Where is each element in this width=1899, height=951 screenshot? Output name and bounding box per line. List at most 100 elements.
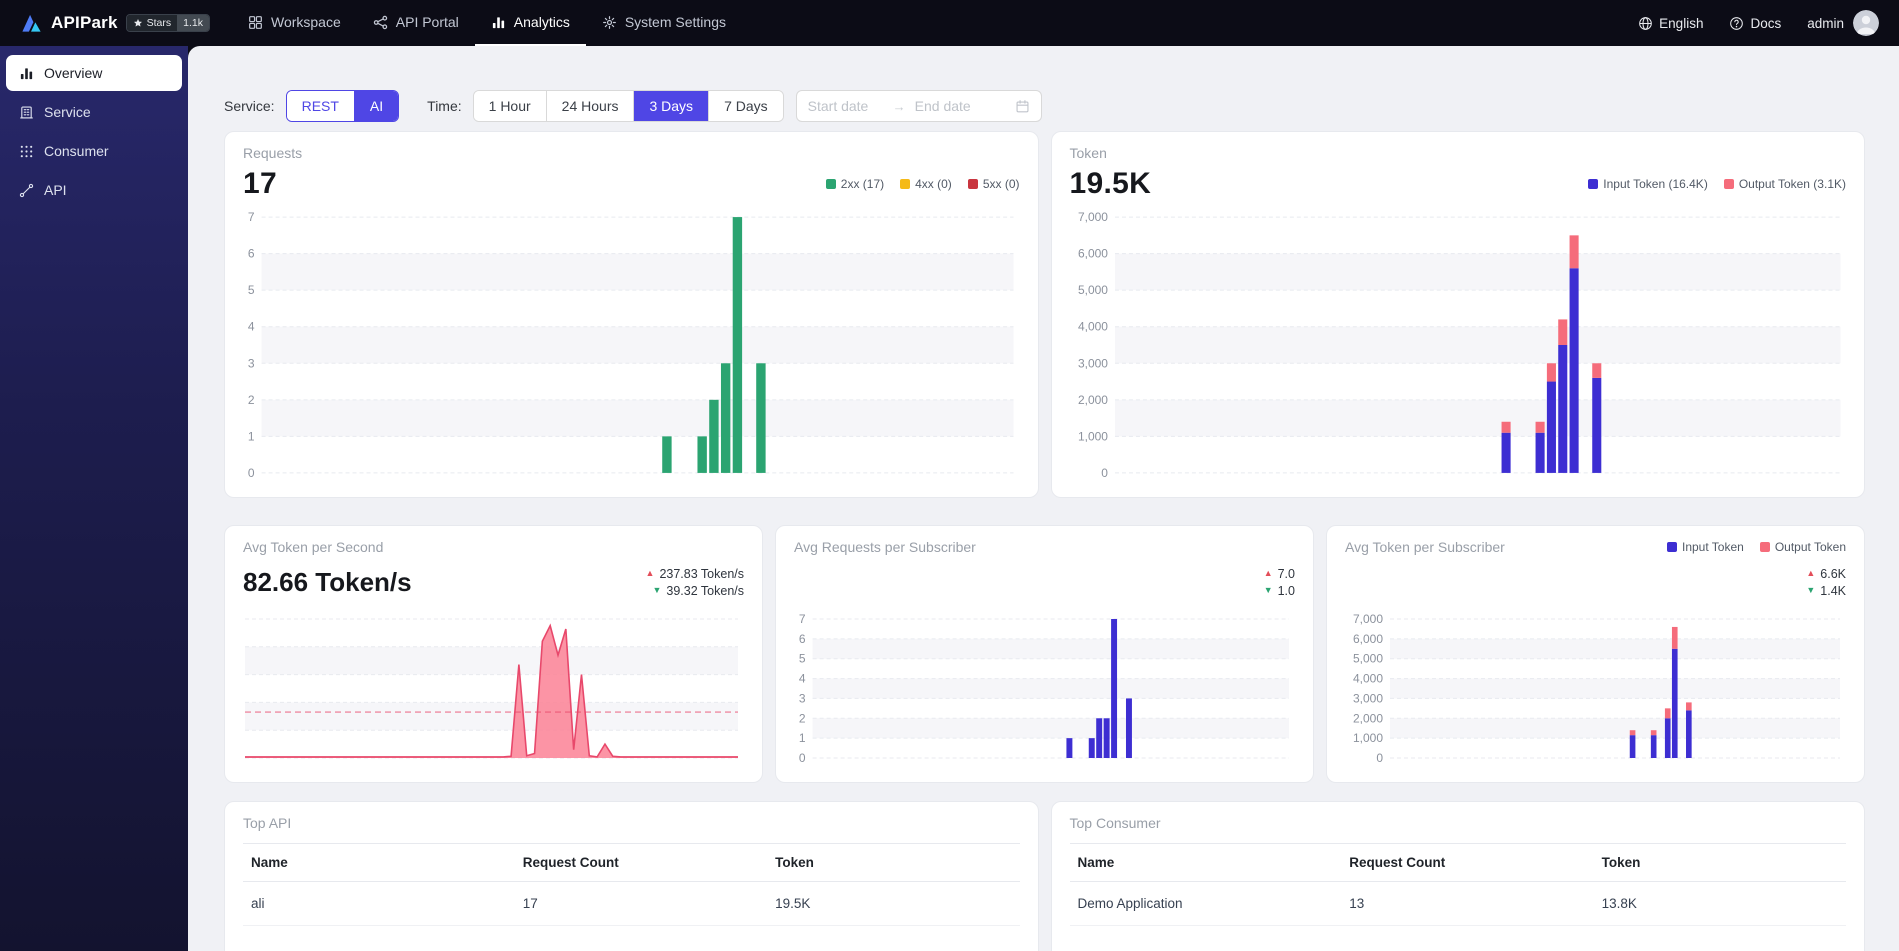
stars-count: 1.1k xyxy=(177,15,209,31)
legend-2xx[interactable]: 2xx (17) xyxy=(825,177,884,191)
nav-label: System Settings xyxy=(624,14,726,30)
requests-card: Requests 17 2xx (17) 4xx (0) 5xx (0) 0 1… xyxy=(224,131,1039,498)
legend-swatch xyxy=(1723,179,1734,189)
avg-requests-per-subscriber-card: Avg Requests per Subscriber ▲ 7.0 ▼ 1.0 … xyxy=(775,525,1314,783)
time-option-7-days[interactable]: 7 Days xyxy=(708,91,783,121)
calendar-icon[interactable] xyxy=(1015,99,1030,114)
avg-token-per-second-card: Avg Token per Second 82.66 Token/s ▲ 237… xyxy=(224,525,763,783)
docs-link[interactable]: Docs xyxy=(1729,16,1781,31)
legend-5xx[interactable]: 5xx (0) xyxy=(967,177,1020,191)
column-header-name: Name xyxy=(1069,843,1342,882)
nav-item-workspace[interactable]: Workspace xyxy=(232,0,357,46)
nav-label: Workspace xyxy=(270,14,341,30)
service-option-rest[interactable]: REST xyxy=(286,91,354,121)
down-arrow-icon: ▼ xyxy=(1263,585,1273,595)
time-option-3-days[interactable]: 3 Days xyxy=(633,91,709,121)
up-arrow-icon: ▲ xyxy=(1263,568,1273,578)
sidebar-item-consumer[interactable]: Consumer xyxy=(6,133,182,169)
end-date-input[interactable] xyxy=(914,98,991,114)
sidebar: Overview Service Consumer API xyxy=(0,46,188,951)
sidebar-item-overview[interactable]: Overview xyxy=(6,55,182,91)
sidebar-item-api[interactable]: API xyxy=(6,172,182,208)
time-filter-label: Time: xyxy=(427,98,462,114)
svg-text:1: 1 xyxy=(248,429,255,443)
api-name-cell: ali xyxy=(243,881,515,926)
svg-text:1,000: 1,000 xyxy=(1353,731,1383,745)
time-option-1-hour[interactable]: 1 Hour xyxy=(473,91,546,121)
card-title: Avg Token per Subscriber xyxy=(1345,539,1505,555)
legend-output-token[interactable]: Output Token xyxy=(1759,540,1846,554)
svg-text:3: 3 xyxy=(799,691,806,705)
github-stars-badge[interactable]: Stars 1.1k xyxy=(125,14,210,32)
legend-output-token[interactable]: Output Token (3.1K) xyxy=(1723,177,1846,191)
card-title: Top Consumer xyxy=(1069,815,1161,831)
brand-name: APIPark xyxy=(51,13,118,32)
svg-text:2,000: 2,000 xyxy=(1077,393,1107,407)
sidebar-label: Overview xyxy=(44,65,103,81)
svg-text:0: 0 xyxy=(1376,751,1383,765)
user-menu[interactable]: admin xyxy=(1807,10,1879,36)
time-option-24-hours[interactable]: 24 Hours xyxy=(545,91,634,121)
svg-text:0: 0 xyxy=(799,751,806,765)
card-title: Avg Requests per Subscriber xyxy=(794,539,976,555)
max-stat: ▲ 7.0 xyxy=(1263,566,1295,581)
svg-text:1: 1 xyxy=(799,731,806,745)
apipark-logo-icon xyxy=(20,12,43,35)
brand[interactable]: APIPark Stars 1.1k xyxy=(20,0,210,46)
nav-item-analytics[interactable]: Analytics xyxy=(474,0,586,46)
svg-text:5,000: 5,000 xyxy=(1353,652,1383,666)
svg-text:4: 4 xyxy=(248,320,255,334)
nav-item-api-portal[interactable]: API Portal xyxy=(357,0,475,46)
svg-text:0: 0 xyxy=(248,466,255,480)
max-stat: ▲ 6.6K xyxy=(1806,566,1846,581)
username: admin xyxy=(1807,15,1844,31)
start-date-input[interactable] xyxy=(807,98,884,114)
requests-legend: 2xx (17) 4xx (0) 5xx (0) xyxy=(825,177,1020,191)
date-range-picker[interactable]: → xyxy=(795,90,1042,122)
analytics-icon xyxy=(491,15,506,30)
legend-input-token[interactable]: Input Token (16.4K) xyxy=(1588,177,1708,191)
table-row: Demo Application 13 13.8K xyxy=(1069,881,1846,926)
request-count-cell: 13 xyxy=(1341,881,1594,926)
requests-chart: 0 1 2 3 4 5 6 7 xyxy=(243,210,1020,483)
token-chart: 0 1,000 2,000 3,000 4,000 5,000 6,000 7,000 xyxy=(1070,210,1847,483)
table-row: ali 17 19.5K xyxy=(243,881,1020,926)
workspace-icon xyxy=(248,15,263,30)
token-per-subscriber-legend: Input Token Output Token xyxy=(1667,540,1846,554)
svg-text:3,000: 3,000 xyxy=(1353,691,1383,705)
stats: ▲ 237.83 Token/s ▼ 39.32 Token/s xyxy=(646,567,744,598)
stats: ▲ 6.6K ▼ 1.4K xyxy=(1806,567,1846,598)
legend-swatch xyxy=(1759,542,1770,552)
column-header-token: Token xyxy=(767,843,1020,882)
card-title: Avg Token per Second xyxy=(243,539,384,555)
top-api-table: Name Request Count Token ali 17 19.5K xyxy=(243,843,1020,926)
svg-text:6: 6 xyxy=(799,632,806,646)
nav-item-system-settings[interactable]: System Settings xyxy=(586,0,742,46)
min-stat: ▼ 1.0 xyxy=(1263,583,1295,598)
up-arrow-icon: ▲ xyxy=(645,568,655,578)
service-option-ai[interactable]: AI xyxy=(353,91,399,121)
card-title: Top API xyxy=(243,815,292,831)
avg-token-per-second-chart xyxy=(243,613,744,768)
legend-4xx[interactable]: 4xx (0) xyxy=(900,177,952,191)
top-consumer-card: Top Consumer Name Request Count Token De… xyxy=(1050,801,1865,951)
service-toggle: REST AI xyxy=(285,90,400,122)
globe-icon xyxy=(1638,16,1653,31)
stats: ▲ 7.0 ▼ 1.0 xyxy=(1264,567,1295,598)
sidebar-item-service[interactable]: Service xyxy=(6,94,182,130)
service-building-icon xyxy=(19,105,34,120)
docs-label: Docs xyxy=(1750,15,1782,31)
svg-text:7: 7 xyxy=(248,211,255,224)
svg-text:2,000: 2,000 xyxy=(1353,711,1383,725)
column-header-request-count: Request Count xyxy=(514,843,768,882)
api-portal-icon xyxy=(373,15,388,30)
language-switcher[interactable]: English xyxy=(1638,16,1703,31)
time-range-group: 1 Hour 24 Hours 3 Days 7 Days xyxy=(472,90,784,122)
legend-input-token[interactable]: Input Token xyxy=(1667,540,1744,554)
svg-text:6: 6 xyxy=(248,247,255,261)
avg-token-per-subscriber-card: Avg Token per Subscriber Input Token Out… xyxy=(1326,525,1865,783)
consumer-name-cell: Demo Application xyxy=(1069,881,1342,926)
nav-label: API Portal xyxy=(395,14,459,30)
svg-text:6,000: 6,000 xyxy=(1353,632,1383,646)
token-total: 19.5K xyxy=(1069,167,1152,200)
